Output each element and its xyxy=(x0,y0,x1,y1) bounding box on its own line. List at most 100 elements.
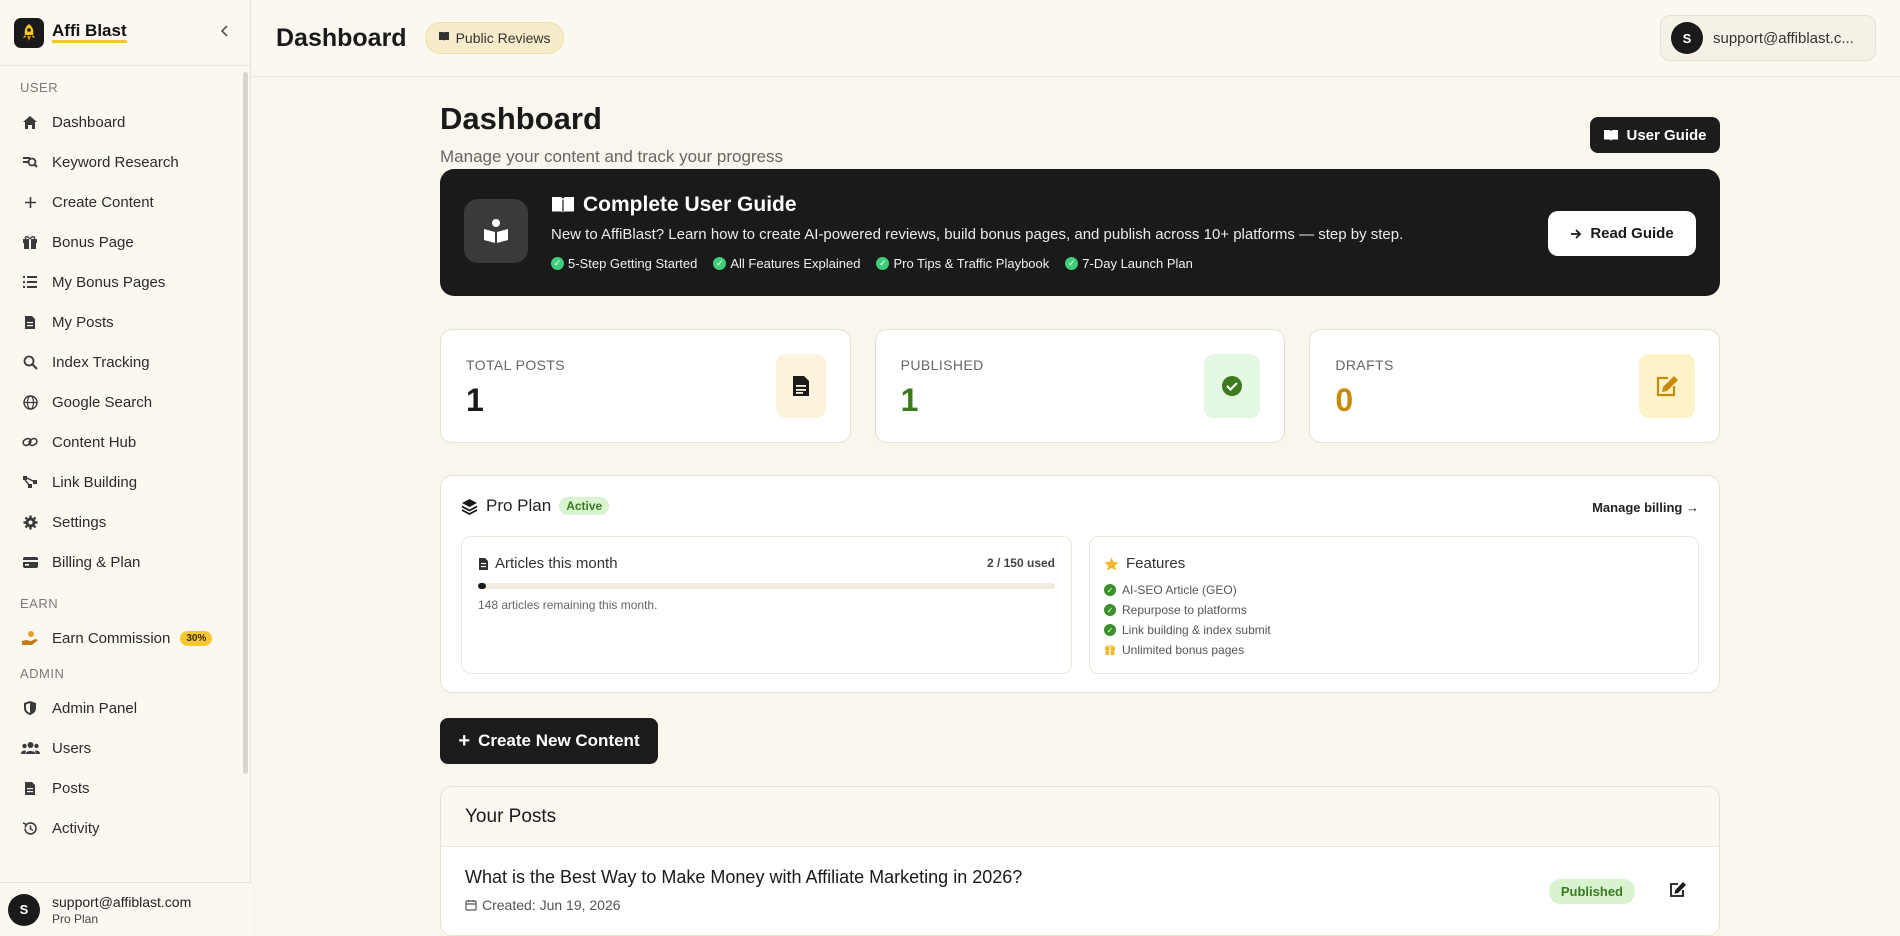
check-icon: ✓ xyxy=(1104,604,1116,616)
section-admin: ADMIN xyxy=(20,666,65,681)
user-menu-button[interactable]: S support@affiblast.c... xyxy=(1660,15,1876,61)
sidebar-item-label: Create Content xyxy=(52,193,154,211)
file-icon xyxy=(478,557,489,571)
stat-total-posts: TOTAL POSTS 1 xyxy=(440,329,851,443)
sidebar-item-dashboard[interactable]: Dashboard xyxy=(0,102,243,142)
sidebar-item-label: My Posts xyxy=(52,313,114,331)
chip-label: All Features Explained xyxy=(730,256,861,271)
sidebar-item-content-hub[interactable]: Content Hub xyxy=(0,422,243,462)
sidebar-item-my-posts[interactable]: My Posts xyxy=(0,302,243,342)
stat-drafts: DRAFTS 0 xyxy=(1309,329,1721,443)
usage-progress-bar xyxy=(478,583,1055,589)
table-row[interactable]: What is the Best Way to Make Money with … xyxy=(441,847,1719,935)
section-user: USER xyxy=(20,80,59,95)
banner-description: New to AffiBlast? Learn how to create AI… xyxy=(551,226,1404,243)
sidebar-item-label: Settings xyxy=(52,513,107,531)
check-icon: ✓ xyxy=(551,257,564,270)
features-box: Features ✓ AI-SEO Article (GEO) ✓ Repurpos… xyxy=(1089,536,1699,674)
banner-title-text: Complete User Guide xyxy=(583,193,797,216)
avatar: S xyxy=(1671,22,1703,54)
read-guide-label: Read Guide xyxy=(1590,225,1674,242)
stat-value: 0 xyxy=(1335,382,1354,418)
manage-billing-link[interactable]: Manage billing → xyxy=(1592,500,1699,515)
sidebar-item-label: Keyword Research xyxy=(52,153,179,171)
users-icon xyxy=(20,741,40,755)
sidebar-item-admin-panel[interactable]: Admin Panel xyxy=(0,688,243,728)
user-guide-button[interactable]: User Guide xyxy=(1590,117,1720,153)
footer-email: support@affiblast.com xyxy=(52,893,192,910)
sidebar-item-earn-commission[interactable]: Earn Commission 30% xyxy=(0,618,243,658)
status-badge: Active xyxy=(559,497,610,515)
posts-title: Your Posts xyxy=(441,787,1719,847)
sidebar-scrollbar[interactable] xyxy=(243,72,248,774)
check-circle-icon xyxy=(1204,354,1261,418)
create-new-content-button[interactable]: + Create New Content xyxy=(440,718,658,764)
sidebar-item-label: Earn Commission xyxy=(52,629,171,647)
book-open-icon xyxy=(1603,129,1619,142)
home-icon xyxy=(20,115,40,130)
topbar: Dashboard Public Reviews S support@affib… xyxy=(252,0,1900,77)
sidebar-item-link-building[interactable]: Link Building xyxy=(0,462,243,502)
gift-icon xyxy=(20,235,40,250)
public-reviews-label: Public Reviews xyxy=(455,30,551,46)
collapse-sidebar-icon[interactable] xyxy=(220,24,230,41)
document-icon xyxy=(775,354,826,418)
sidebar-item-settings[interactable]: Settings xyxy=(0,502,243,542)
page-subtitle: Manage your content and track your progr… xyxy=(440,147,784,166)
topbar-title: Dashboard xyxy=(276,23,407,52)
stat-value: 1 xyxy=(466,382,484,418)
sidebar-item-label: Google Search xyxy=(52,393,153,411)
card-icon xyxy=(20,556,40,569)
posts-card: Your Posts What is the Best Way to Make … xyxy=(440,786,1720,936)
rocket-logo-icon[interactable] xyxy=(14,17,44,48)
feature-item: ✓ AI-SEO Article (GEO) xyxy=(1104,580,1271,600)
sidebar-item-users[interactable]: Users xyxy=(0,728,243,768)
file-icon xyxy=(20,315,40,330)
globe-icon xyxy=(20,394,40,410)
banner-chips: ✓ 5-Step Getting Started ✓ All Features Ex… xyxy=(551,256,1193,271)
sidebar-user-footer[interactable]: S support@affiblast.com Pro Plan xyxy=(0,882,251,936)
usage-count: 2 / 150 used xyxy=(986,556,1055,570)
section-earn: EARN xyxy=(20,596,59,611)
layers-icon xyxy=(461,498,478,515)
sidebar-item-activity[interactable]: Activity xyxy=(0,808,243,848)
sidebar-item-index-tracking[interactable]: Index Tracking xyxy=(0,342,243,382)
calendar-icon xyxy=(465,899,477,911)
plan-name: Pro Plan xyxy=(486,496,552,515)
feature-label: Link building & index submit xyxy=(1122,623,1271,637)
chip: ✓ 7-Day Launch Plan xyxy=(1065,256,1193,271)
stat-label: PUBLISHED xyxy=(900,357,984,373)
sidebar-item-label: Activity xyxy=(52,819,100,837)
list-icon xyxy=(20,275,40,289)
commission-badge: 30% xyxy=(180,630,213,646)
gift-icon xyxy=(1104,644,1116,656)
feature-item: ✓ Link building & index submit xyxy=(1104,620,1271,640)
user-guide-banner: Complete User Guide New to AffiBlast? Le… xyxy=(440,169,1720,296)
public-reviews-button[interactable]: Public Reviews xyxy=(424,22,564,54)
check-icon: ✓ xyxy=(713,257,727,270)
usage-note: 148 articles remaining this month. xyxy=(478,598,658,612)
sidebar-item-keyword-research[interactable]: Keyword Research xyxy=(0,142,243,182)
stat-label: TOTAL POSTS xyxy=(466,357,566,373)
sidebar-item-google-search[interactable]: Google Search xyxy=(0,382,243,422)
user-email: support@affiblast.c... xyxy=(1713,29,1854,47)
post-title[interactable]: What is the Best Way to Make Money with … xyxy=(465,867,1022,888)
footer-plan: Pro Plan xyxy=(52,911,99,926)
usage-title: Articles this month xyxy=(495,555,618,572)
sidebar-item-bonus-page[interactable]: Bonus Page xyxy=(0,222,243,262)
edit-icon[interactable] xyxy=(1669,881,1687,903)
avatar: S xyxy=(8,893,40,926)
brand-name[interactable]: Affi Blast xyxy=(52,22,127,43)
sidebar-item-posts[interactable]: Posts xyxy=(0,768,243,808)
sidebar-item-label: My Bonus Pages xyxy=(52,273,166,291)
feature-label: AI-SEO Article (GEO) xyxy=(1122,583,1237,597)
chip: ✓ 5-Step Getting Started xyxy=(551,256,697,271)
chip-label: 5-Step Getting Started xyxy=(568,256,698,271)
plus-icon xyxy=(20,196,40,209)
feature-label: Unlimited bonus pages xyxy=(1122,643,1245,657)
sidebar-item-billing-plan[interactable]: Billing & Plan xyxy=(0,542,243,582)
read-guide-button[interactable]: Read Guide xyxy=(1548,211,1696,256)
features-title: Features xyxy=(1126,555,1186,572)
sidebar-item-my-bonus-pages[interactable]: My Bonus Pages xyxy=(0,262,243,302)
sidebar-item-create-content[interactable]: Create Content xyxy=(0,182,243,222)
